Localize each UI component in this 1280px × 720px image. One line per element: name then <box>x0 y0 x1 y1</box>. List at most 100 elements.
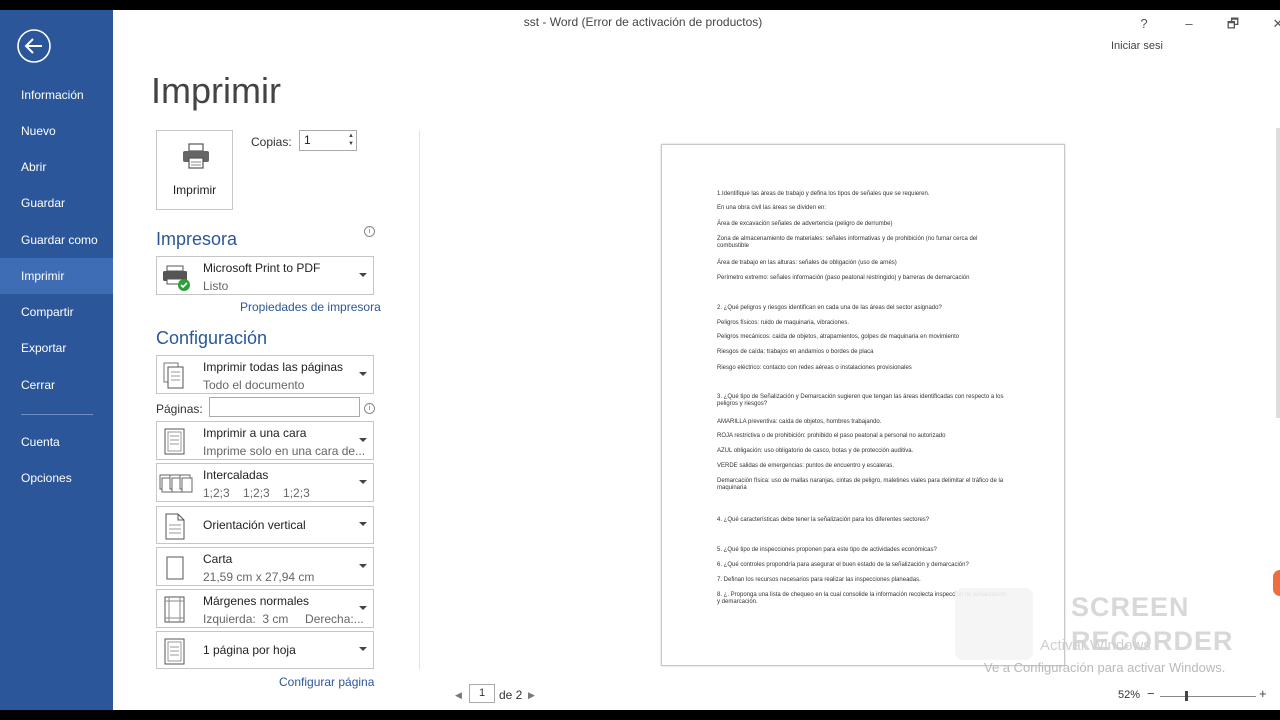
sides-label: Imprimir a una cara <box>203 426 307 440</box>
sidebar-item-opciones[interactable]: Opciones <box>0 460 113 496</box>
recorder-line-1: SCREEN <box>1071 592 1190 622</box>
sides-sub: Imprime solo en una cara de... <box>203 444 366 458</box>
one-sided-page-icon <box>164 428 185 455</box>
record-indicator <box>1273 570 1280 596</box>
chevron-down-icon <box>359 371 367 376</box>
paper-size-icon <box>166 556 184 580</box>
margins-label: Márgenes normales <box>203 594 310 608</box>
sidebar-item-exportar[interactable]: Exportar <box>0 330 113 366</box>
chevron-down-icon <box>359 437 367 442</box>
sidebar-item-guardar-como[interactable]: Guardar como <box>0 222 113 258</box>
collate-sub: 1;2;3 1;2;3 1;2;3 <box>203 486 310 500</box>
preview-line: 3. ¿Qué tipo de Señalización y Demarcaci… <box>717 394 1004 407</box>
print-button[interactable]: Imprimir <box>156 130 233 210</box>
sidebar-item-compartir[interactable]: Compartir <box>0 294 113 330</box>
page-setup-link[interactable]: Configurar página <box>279 675 374 689</box>
config-heading: Configuración <box>156 328 268 348</box>
preview-line: Peligros físicos: ruido de maquinaria, v… <box>717 320 850 326</box>
margins-icon <box>164 596 185 623</box>
copies-stepper[interactable]: 1 ▲ ▼ <box>299 130 357 151</box>
print-range-sub: Todo el documento <box>203 378 305 392</box>
sidebar-item-cuenta[interactable]: Cuenta <box>0 424 113 460</box>
pages-label: Páginas: <box>156 402 203 416</box>
preview-line: 4. ¿Qué características debe tener la se… <box>717 517 930 523</box>
sidebar-item-imprimir[interactable]: Imprimir <box>0 258 113 294</box>
sign-in-link[interactable]: Iniciar sesi <box>1111 40 1163 52</box>
zoom-in-icon[interactable]: + <box>1259 686 1267 701</box>
printer-dropdown[interactable]: Microsoft Print to PDF Listo <box>156 256 374 295</box>
minimize-button[interactable]: – <box>1174 12 1204 36</box>
preview-line: Perímetro extremo: señales información (… <box>717 275 970 281</box>
preview-line: Área de trabajo en las alturas: señales … <box>717 260 897 266</box>
copies-value: 1 <box>304 133 311 147</box>
window-title: sst - Word (Error de activación de produ… <box>523 15 763 29</box>
back-arrow-icon[interactable] <box>16 28 52 64</box>
spin-arrows-icon[interactable]: ▲ ▼ <box>348 132 354 148</box>
preview-line: Zona de almacenamiento de materiales: se… <box>717 236 978 249</box>
sidebar-divider <box>21 414 93 415</box>
zoom-out-icon[interactable]: − <box>1147 686 1155 701</box>
preview-line: 1.Identifique las áreas de trabajo y def… <box>717 191 930 197</box>
copies-label: Copias: <box>251 135 292 149</box>
preview-line: Riesgo eléctrico: contacto con redes aér… <box>717 365 912 371</box>
page-per-sheet-icon <box>164 638 185 665</box>
word-backstage-window: Información Nuevo Abrir Guardar Guardar … <box>0 10 1280 710</box>
pages-per-sheet-label: 1 página por hoja <box>203 643 296 657</box>
margins-dropdown[interactable]: Márgenes normales Izquierda: 3 cm Derech… <box>156 589 374 628</box>
chevron-down-icon <box>359 647 367 651</box>
sidebar-item-abrir[interactable]: Abrir <box>0 149 113 185</box>
chevron-down-icon <box>359 563 367 568</box>
page-count: de 2 <box>499 688 523 702</box>
orientation-label: Orientación vertical <box>203 518 306 532</box>
preview-line: Área de excavación señales de advertenci… <box>717 221 893 227</box>
printer-properties-link[interactable]: Propiedades de impresora <box>240 300 381 314</box>
collate-dropdown[interactable]: Intercaladas 1;2;3 1;2;3 1;2;3 <box>156 463 374 502</box>
preview-line: 7. Definan los recursos necesarios para … <box>717 577 921 583</box>
paper-size-label: Carta <box>203 552 233 566</box>
page-title: Imprimir <box>151 70 281 111</box>
next-page-icon[interactable]: ▶ <box>528 690 535 701</box>
zoom-slider-thumb[interactable] <box>1185 691 1188 701</box>
printer-ready-icon <box>163 265 190 291</box>
pages-per-sheet-dropdown[interactable]: 1 página por hoja <box>156 631 374 669</box>
preview-line: 2. ¿Qué peligros y riesgos identifican e… <box>717 305 942 311</box>
sidebar-item-cerrar[interactable]: Cerrar <box>0 367 113 403</box>
printer-name: Microsoft Print to PDF <box>203 261 321 275</box>
sidebar-item-guardar[interactable]: Guardar <box>0 185 113 221</box>
print-range-label: Imprimir todas las páginas <box>203 360 344 374</box>
margins-sub: Izquierda: 3 cm Derecha:... <box>203 612 364 626</box>
scrollbar[interactable] <box>1276 128 1280 418</box>
sidebar-item-informacion[interactable]: Información <box>0 77 113 113</box>
zoom-level[interactable]: 52% <box>1118 689 1140 701</box>
print-range-dropdown[interactable]: Imprimir todas las páginas Todo el docum… <box>156 355 374 394</box>
pages-input[interactable] <box>209 397 360 417</box>
activate-windows-title: Activar Windows <box>1040 637 1151 654</box>
sides-dropdown[interactable]: Imprimir a una cara Imprime solo en una … <box>156 421 374 460</box>
orientation-dropdown[interactable]: Orientación vertical <box>156 506 374 544</box>
paper-size-dropdown[interactable]: Carta 21,59 cm x 27,94 cm <box>156 547 374 586</box>
previous-page-icon[interactable]: ◀ <box>455 690 462 701</box>
info-icon[interactable]: i <box>364 403 375 414</box>
chevron-down-icon <box>359 479 367 484</box>
info-icon[interactable]: i <box>364 226 375 237</box>
paper-size-sub: 21,59 cm x 27,94 cm <box>203 570 315 584</box>
restore-button[interactable]: 🗗 <box>1218 12 1248 36</box>
sidebar-item-nuevo[interactable]: Nuevo <box>0 113 113 149</box>
pages-stack-icon <box>163 362 184 389</box>
preview-line: AZUL obligación: uso obligatorio de casc… <box>717 448 914 454</box>
preview-line: En una obra civil las áreas se dividen e… <box>717 205 827 211</box>
zoom-slider[interactable] <box>1160 696 1256 697</box>
printer-status: Listo <box>203 279 229 293</box>
chevron-down-icon <box>359 605 367 610</box>
help-button[interactable]: ? <box>1129 12 1159 36</box>
preview-line: 6. ¿Qué controles propondría para asegur… <box>717 562 969 568</box>
current-page-input[interactable]: 1 <box>469 684 495 703</box>
preview-line: AMARILLA preventiva: caída de objetos, h… <box>717 419 882 425</box>
preview-line: Demarcación física: uso de mallas naranj… <box>717 478 1004 491</box>
activate-windows-message: Ve a Configuración para activar Windows. <box>984 660 1226 675</box>
preview-line: ROJA restrictiva o de prohibición: prohi… <box>717 433 946 439</box>
close-button[interactable]: ✕ <box>1263 12 1280 36</box>
backstage-sidebar: Información Nuevo Abrir Guardar Guardar … <box>0 10 113 710</box>
preview-line: 5. ¿Qué tipo de inspecciones proponen pa… <box>717 547 937 553</box>
printer-heading: Impresora <box>156 229 238 249</box>
